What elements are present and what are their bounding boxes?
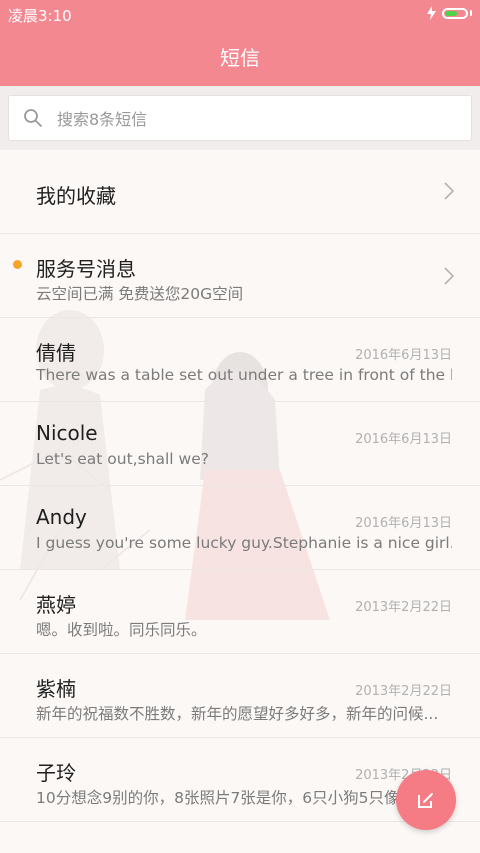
service-name: 服务号消息 (36, 257, 136, 281)
service-preview: 云空间已满 免费送您20G空间 (36, 285, 244, 303)
battery-fill (445, 10, 458, 16)
message-preview: 嗯。收到啦。同乐同乐。 (36, 621, 207, 639)
contact-name: 倩倩 (36, 341, 76, 365)
favorites-label: 我的收藏 (36, 184, 116, 208)
unread-dot (13, 260, 22, 269)
message-preview: There was a table set out under a tree i… (36, 366, 452, 384)
conversation-row[interactable]: 燕婷 2013年2月22日 嗯。收到啦。同乐同乐。 (0, 570, 480, 654)
status-bar: 凌晨3:10 (0, 0, 480, 28)
contact-name: Andy (36, 505, 87, 529)
search-input[interactable] (55, 104, 459, 134)
charging-icon (427, 6, 436, 20)
message-list: 我的收藏 服务号消息 云空间已满 免费送您20G空间 倩倩 2016年6月13日… (0, 150, 480, 853)
message-preview: 新年的祝福数不胜数，新年的愿望好多好多，新年的问候... (36, 705, 439, 723)
message-date: 2013年2月22日 (355, 600, 452, 615)
message-date: 2016年6月13日 (355, 432, 452, 447)
contact-name: Nicole (36, 421, 98, 445)
conversation-row[interactable]: 倩倩 2016年6月13日 There was a table set out … (0, 318, 480, 402)
conversation-row[interactable]: 紫楠 2013年2月22日 新年的祝福数不胜数，新年的愿望好多好多，新年的问候.… (0, 654, 480, 738)
battery-icon (442, 7, 468, 19)
chevron-right-icon (444, 267, 454, 285)
message-preview: Let's eat out,shall we? (36, 450, 209, 468)
search-area (0, 86, 480, 150)
chevron-right-icon (444, 182, 454, 200)
battery-tip (470, 10, 472, 16)
message-preview: I guess you're some lucky guy.Stephanie … (36, 534, 452, 552)
page-title: 短信 (220, 46, 260, 70)
service-messages-row[interactable]: 服务号消息 云空间已满 免费送您20G空间 (0, 234, 480, 318)
contact-name: 紫楠 (36, 677, 76, 701)
search-icon (24, 109, 42, 127)
message-preview: 10分想念9别的你，8张照片7张是你，6只小狗5只像你 (36, 789, 416, 807)
favorites-row[interactable]: 我的收藏 (0, 150, 480, 234)
status-icons (427, 6, 472, 20)
status-time: 凌晨3:10 (8, 7, 72, 25)
compose-button[interactable] (396, 770, 456, 830)
app-bar: 短信 (0, 28, 480, 86)
compose-icon (418, 793, 433, 808)
conversation-row[interactable]: Nicole 2016年6月13日 Let's eat out,shall we… (0, 402, 480, 486)
contact-name: 燕婷 (36, 593, 76, 617)
contact-name: 子玲 (36, 761, 76, 785)
message-date: 2016年6月13日 (355, 516, 452, 531)
conversation-row[interactable]: Andy 2016年6月13日 I guess you're some luck… (0, 486, 480, 570)
message-date: 2016年6月13日 (355, 348, 452, 363)
message-date: 2013年2月22日 (355, 684, 452, 699)
search-box[interactable] (8, 95, 472, 141)
